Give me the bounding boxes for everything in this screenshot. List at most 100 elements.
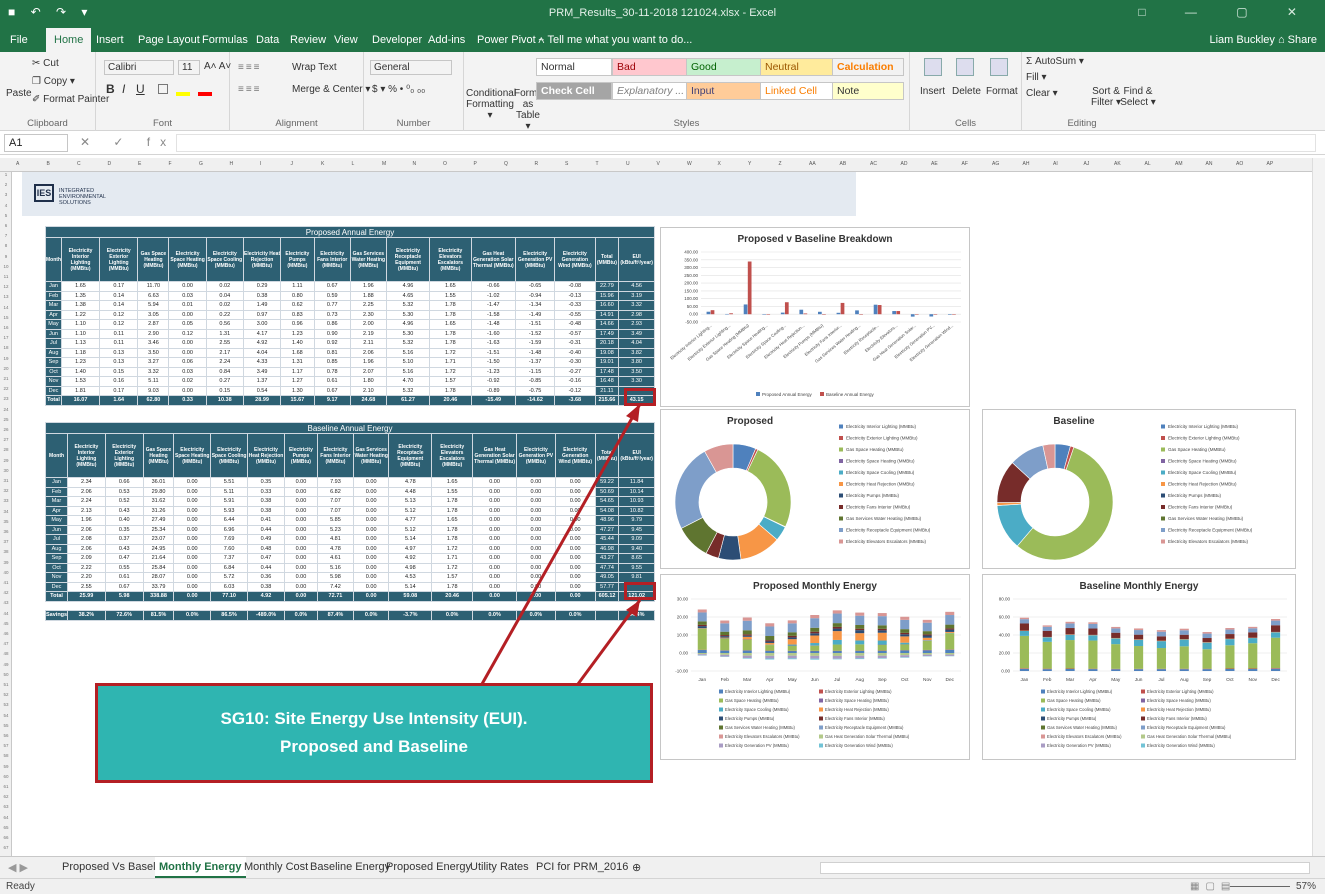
row-header[interactable]: 31	[0, 478, 12, 483]
row-header[interactable]: 45	[0, 621, 12, 626]
table-cell[interactable]: 0.0%	[352, 610, 390, 621]
paste-button[interactable]: Paste	[6, 88, 32, 99]
table-cell[interactable]: 5.14	[388, 581, 433, 592]
table-cell[interactable]: 2.24	[205, 357, 244, 368]
table-cell[interactable]: 1.71	[431, 553, 474, 564]
table-cell[interactable]: 77.10	[210, 591, 249, 602]
column-header[interactable]: N	[413, 161, 417, 167]
table-cell[interactable]: 31.62	[142, 496, 175, 507]
table-cell[interactable]: 5.30	[385, 309, 431, 320]
table-cell[interactable]: 1.78	[429, 328, 472, 339]
breakdown-chart-panel[interactable]: Proposed v Baseline Breakdown 400.00 350.…	[660, 227, 970, 407]
column-header[interactable]: AM	[1175, 161, 1183, 167]
table-cell[interactable]: 0.00	[283, 591, 318, 602]
row-header[interactable]: 37	[0, 539, 12, 544]
sheet-tab-baseline-energy[interactable]: Baseline Energy	[310, 861, 390, 873]
table-cell[interactable]: 3.27	[137, 357, 170, 368]
table-cell[interactable]: 4.98	[388, 562, 433, 573]
table-cell[interactable]: 62.80	[137, 395, 170, 406]
table-cell[interactable]: 1.78	[431, 534, 474, 545]
table-cell[interactable]: 4.04	[618, 338, 655, 349]
table-cell[interactable]: 86.5%	[210, 610, 249, 621]
table-cell[interactable]: 11.84	[618, 477, 655, 488]
tab-review[interactable]: Review	[290, 34, 326, 46]
table-cell[interactable]: 0.00	[283, 581, 318, 592]
style-good[interactable]: Good	[686, 58, 762, 76]
table-cell[interactable]: Jul	[44, 534, 69, 545]
table-cell[interactable]: 72.71	[316, 591, 354, 602]
table-cell[interactable]: 0.97	[242, 309, 282, 320]
table-cell[interactable]: 3.05	[137, 309, 170, 320]
row-header[interactable]: 56	[0, 733, 12, 738]
table-cell[interactable]: 20.46	[431, 591, 474, 602]
table-cell[interactable]: 24.68	[349, 395, 387, 406]
tab-page-layout[interactable]: Page Layout	[138, 34, 200, 46]
zoom-level[interactable]: 57%	[1296, 881, 1316, 892]
table-cell[interactable]: 0.00	[352, 505, 390, 516]
table-cell[interactable]: 0.77	[313, 300, 351, 311]
table-cell[interactable]: -1.48	[470, 319, 517, 330]
table-cell[interactable]: -1.51	[470, 347, 517, 358]
table-cell[interactable]: 0.00	[283, 477, 318, 488]
style-calculation[interactable]: Calculation	[832, 58, 904, 76]
table-cell[interactable]: 0.00	[472, 572, 518, 583]
number-format-buttons[interactable]: $ ▾ % • ⁰₀ ₀₀	[372, 84, 425, 95]
row-header[interactable]: 38	[0, 549, 12, 554]
table-cell[interactable]: 1.40	[60, 366, 101, 377]
table-cell[interactable]: 5.94	[137, 300, 170, 311]
table-cell[interactable]: 0.00	[472, 515, 518, 526]
style-neutral[interactable]: Neutral	[760, 58, 834, 76]
row-header[interactable]: 2	[0, 182, 12, 187]
style-bad[interactable]: Bad	[612, 58, 688, 76]
row-header[interactable]: 62	[0, 794, 12, 799]
table-cell[interactable]: 215.66	[594, 395, 620, 406]
column-header[interactable]: Y	[748, 161, 751, 167]
table-cell[interactable]: 2.17	[205, 347, 244, 358]
table-cell[interactable]: 4.96	[385, 319, 431, 330]
table-cell[interactable]: Jul	[45, 338, 62, 349]
table-cell[interactable]: 0.00	[168, 281, 207, 292]
table-cell[interactable]: 0.00	[554, 496, 596, 507]
table-cell[interactable]: 1.72	[429, 366, 472, 377]
table-cell[interactable]: 6.82	[316, 486, 354, 497]
table-cell[interactable]: 0.12	[168, 328, 207, 339]
column-header[interactable]: W	[687, 161, 692, 167]
table-cell[interactable]: 0.00	[352, 591, 390, 602]
table-cell[interactable]: -0.85	[515, 376, 556, 387]
table-cell[interactable]: 9.17	[313, 395, 351, 406]
table-cell[interactable]: 0.00	[472, 486, 518, 497]
row-header[interactable]: 36	[0, 529, 12, 534]
table-cell[interactable]: 3.30	[618, 376, 655, 387]
table-cell[interactable]: 0.00	[283, 496, 318, 507]
table-cell[interactable]: 1.30	[280, 385, 315, 396]
row-header[interactable]: 7	[0, 233, 12, 238]
table-cell[interactable]: 0.00	[516, 515, 556, 526]
table-cell[interactable]: 0.00	[168, 347, 207, 358]
row-header[interactable]: 30	[0, 468, 12, 473]
table-cell[interactable]: -0.89	[470, 385, 517, 396]
table-cell[interactable]: 0.00	[352, 477, 390, 488]
merge-center-button[interactable]: Merge & Center ▾	[292, 84, 370, 95]
row-header[interactable]: 15	[0, 315, 12, 320]
table-cell[interactable]: 0.00	[554, 553, 596, 564]
table-cell[interactable]: 0.00	[554, 524, 596, 535]
table-cell[interactable]: 46.98	[594, 543, 620, 554]
table-cell[interactable]: 2.06	[349, 347, 387, 358]
table-cell[interactable]: -1.15	[515, 366, 556, 377]
table-cell[interactable]: 0.02	[168, 376, 207, 387]
tab-scroll-arrows[interactable]: ◀ ▶	[8, 861, 28, 874]
table-cell[interactable]: 3.19	[618, 290, 655, 301]
table-cell[interactable]: 4.92	[242, 338, 282, 349]
table-cell[interactable]: 4.65	[385, 290, 431, 301]
table-cell[interactable]: 2.00	[349, 319, 387, 330]
table-cell[interactable]: 5.85	[316, 515, 354, 526]
table-cell[interactable]: 1.10	[60, 319, 101, 330]
row-header[interactable]: 8	[0, 243, 12, 248]
row-header[interactable]: 18	[0, 345, 12, 350]
table-cell[interactable]: 0.29	[242, 281, 282, 292]
table-cell[interactable]: 0.11	[99, 338, 139, 349]
table-cell[interactable]: 87.4%	[316, 610, 354, 621]
column-header[interactable]: G	[199, 161, 203, 167]
tab-add-ins[interactable]: Add-ins	[428, 34, 465, 46]
table-cell[interactable]: 43.27	[594, 553, 620, 564]
